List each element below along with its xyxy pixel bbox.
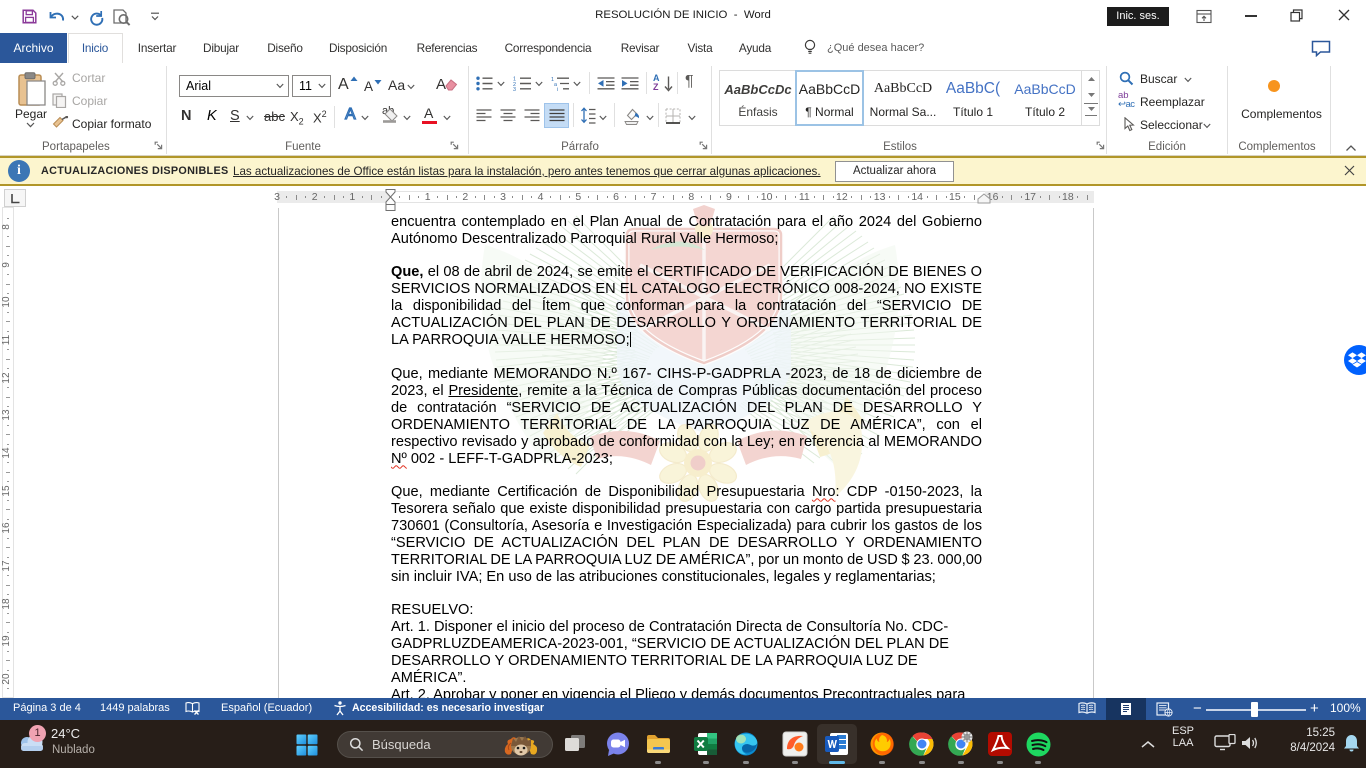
svg-text:i: i [557, 87, 558, 91]
svg-text:3: 3 [513, 87, 516, 91]
